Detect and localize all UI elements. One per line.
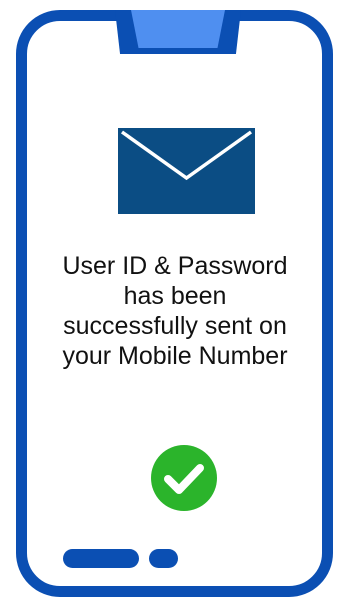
home-indicator-bar — [63, 549, 139, 568]
success-message: User ID & Password has been successfully… — [33, 251, 317, 371]
home-indicator-dot — [149, 549, 178, 568]
check-circle-icon — [151, 445, 217, 511]
message-line-3: successfully sent on — [63, 312, 287, 340]
phone-notch-highlight — [131, 10, 225, 48]
message-line-4: your Mobile Number — [62, 342, 288, 370]
phone-frame: User ID & Password has been successfully… — [16, 10, 333, 597]
envelope-icon — [118, 128, 255, 214]
message-line-1: User ID & Password — [62, 252, 288, 280]
message-line-2: has been — [123, 282, 227, 310]
